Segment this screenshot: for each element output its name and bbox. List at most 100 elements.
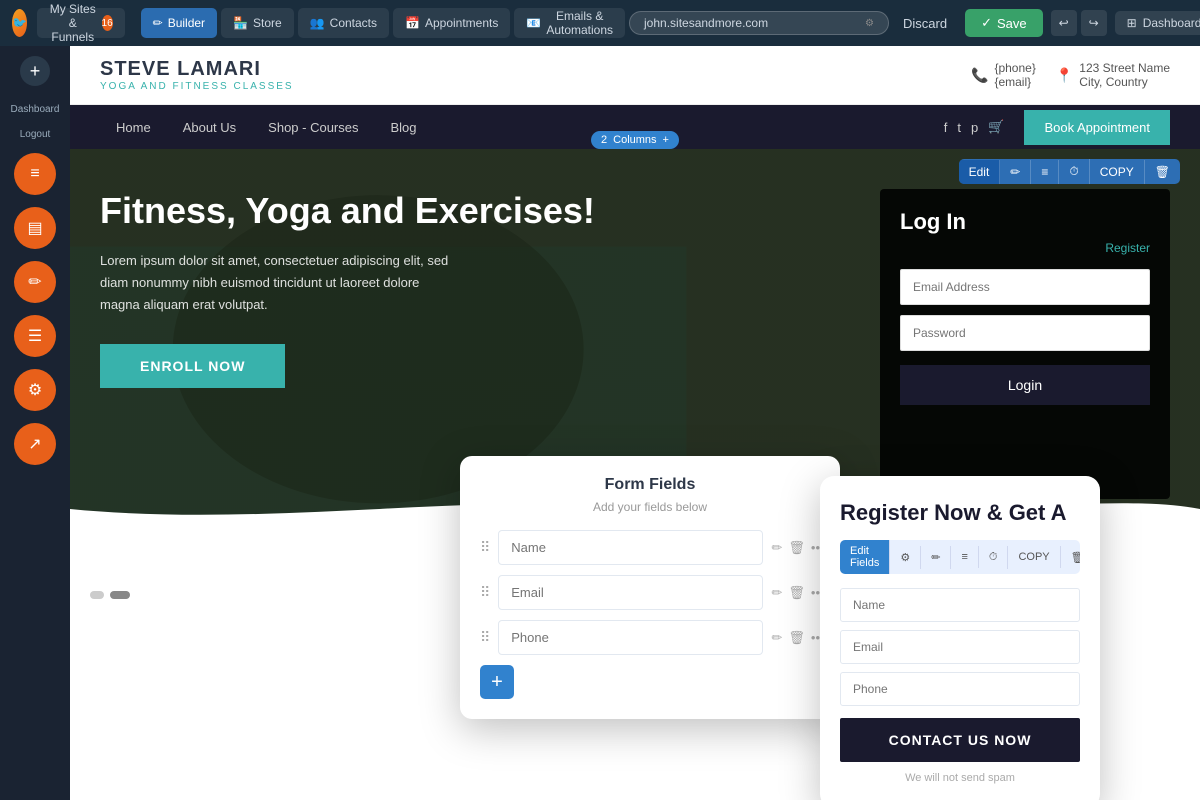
pagination-dots [90, 591, 130, 599]
enroll-now-button[interactable]: ENROLL NOW [100, 344, 285, 388]
site-logo: STEVE LAMARI YOGA AND FITNESS CLASSES [100, 58, 294, 92]
register-modal: Register Now & Get A Edit Fields ⚙ ✏ ≡ ⏱… [820, 476, 1100, 800]
sidebar-export-btn[interactable]: ↗ [14, 423, 56, 465]
dot-1 [90, 591, 104, 599]
add-column-icon[interactable]: + [663, 134, 669, 146]
nav-about[interactable]: About Us [167, 105, 252, 149]
delete-btn[interactable]: 🗑 [1145, 160, 1180, 184]
edit-field-icon-2[interactable]: ✏ [771, 585, 782, 601]
address-line2: City, Country [1079, 75, 1170, 89]
delete-toolbar-btn[interactable]: 🗑 [1061, 546, 1080, 569]
field-actions-2: ✏ 🗑 •• [771, 585, 820, 601]
pencil-toolbar-btn[interactable]: ✏ [921, 546, 951, 569]
dashboard-button[interactable]: ⊞ Dashboard [1115, 11, 1200, 35]
sites-funnels-btn[interactable]: My Sites & Funnels 16 [37, 8, 125, 38]
url-settings-icon[interactable]: ⚙ [865, 18, 874, 29]
sidebar-dashboard-link[interactable]: Dashboard [7, 100, 64, 119]
password-input[interactable] [900, 315, 1150, 351]
main-layout: + Dashboard Logout ≡ ▤ ✏ ☰ ⚙ ↗ STEVE LAM… [0, 46, 1200, 800]
builder-label: Builder [168, 16, 205, 30]
site-nav-links: Home About Us Shop - Courses Blog [100, 105, 944, 149]
url-text: john.sitesandmore.com [644, 16, 768, 30]
book-appointment-btn[interactable]: Book Appointment [1024, 110, 1170, 145]
sidebar-filter-btn[interactable]: ☰ [14, 315, 56, 357]
email-field-input[interactable] [498, 575, 763, 610]
sidebar-menu-btn[interactable]: ≡ [14, 153, 56, 195]
edit-field-icon-3[interactable]: ✏ [771, 630, 782, 646]
settings-toolbar-btn[interactable]: ⚙ [890, 546, 921, 569]
copy-toolbar-btn[interactable]: COPY [1008, 546, 1060, 568]
nav-shop[interactable]: Shop - Courses [252, 105, 374, 149]
sidebar-layout-btn[interactable]: ▤ [14, 207, 56, 249]
emails-btn[interactable]: 📧 Emails & Automations [514, 8, 625, 38]
website-preview: STEVE LAMARI YOGA AND FITNESS CLASSES 📞 … [70, 46, 1200, 800]
sidebar-logout-link[interactable]: Logout [16, 125, 55, 144]
builder-btn[interactable]: ✏ Builder [141, 8, 217, 38]
form-fields-title: Form Fields [480, 476, 820, 494]
top-navigation: 🐦 My Sites & Funnels 16 ✏ Builder 🏪 Stor… [0, 0, 1200, 46]
edit-fields-btn[interactable]: Edit Fields [840, 540, 890, 574]
site-header: STEVE LAMARI YOGA AND FITNESS CLASSES 📞 … [70, 46, 1200, 105]
emails-icon: 📧 [526, 16, 541, 30]
contact-phone: 📞 {phone} {email} [971, 61, 1036, 89]
contact-address: 📍 123 Street Name City, Country [1056, 61, 1170, 89]
field-actions-3: ✏ 🗑 •• [771, 630, 820, 646]
drag-handle-1[interactable]: ⠿ [480, 539, 490, 556]
cart-icon[interactable]: 🛒 [988, 119, 1004, 135]
form-field-name-row: ⠿ ✏ 🗑 •• [480, 530, 820, 565]
register-title: Register Now & Get A [840, 500, 1080, 526]
more-field-icon-2[interactable]: •• [811, 585, 820, 601]
pencil-btn[interactable]: ✏ [1000, 160, 1031, 184]
discard-button[interactable]: Discard [893, 11, 957, 36]
pinterest-icon[interactable]: p [971, 120, 978, 135]
copy-btn[interactable]: COPY [1090, 160, 1145, 184]
no-spam-text: We will not send spam [840, 772, 1080, 784]
edit-field-icon-1[interactable]: ✏ [771, 540, 782, 556]
nav-home[interactable]: Home [100, 105, 167, 149]
delete-field-icon-1[interactable]: 🗑 [788, 540, 805, 556]
add-field-button[interactable]: + [480, 665, 514, 699]
nav-blog[interactable]: Blog [375, 105, 433, 149]
appointments-btn[interactable]: 📅 Appointments [393, 8, 510, 38]
name-field-input[interactable] [498, 530, 763, 565]
store-btn[interactable]: 🏪 Store [221, 8, 294, 38]
site-name: STEVE LAMARI [100, 58, 294, 81]
phone-field-input[interactable] [498, 620, 763, 655]
lines-btn[interactable]: ≡ [1031, 160, 1059, 184]
drag-handle-2[interactable]: ⠿ [480, 584, 490, 601]
delete-field-icon-2[interactable]: 🗑 [788, 585, 805, 601]
sidebar-settings-btn[interactable]: ⚙ [14, 369, 56, 411]
add-element-btn[interactable]: + [20, 56, 50, 86]
sidebar-edit-btn[interactable]: ✏ [14, 261, 56, 303]
email-input[interactable] [900, 269, 1150, 305]
contacts-btn[interactable]: 👥 Contacts [298, 8, 389, 38]
sites-count-badge: 16 [102, 15, 113, 31]
register-link[interactable]: Register [900, 241, 1150, 255]
facebook-icon[interactable]: f [944, 120, 948, 135]
lines-toolbar-btn[interactable]: ≡ [951, 546, 978, 568]
save-button[interactable]: ✓ Save [965, 9, 1043, 37]
register-email-input[interactable] [840, 630, 1080, 664]
register-phone-input[interactable] [840, 672, 1080, 706]
more-field-icon-3[interactable]: •• [811, 630, 820, 646]
contact-us-button[interactable]: CONTACT US NOW [840, 718, 1080, 762]
login-panel: Log In Register Login [880, 189, 1170, 499]
register-name-input[interactable] [840, 588, 1080, 622]
redo-button[interactable]: ↪ [1081, 10, 1107, 36]
delete-field-icon-3[interactable]: 🗑 [788, 630, 805, 646]
check-icon: ✓ [981, 15, 992, 31]
drag-handle-3[interactable]: ⠿ [480, 629, 490, 646]
hero-left: Fitness, Yoga and Exercises! Lorem ipsum… [100, 189, 880, 499]
url-bar[interactable]: john.sitesandmore.com ⚙ [629, 11, 889, 35]
timer-toolbar-btn[interactable]: ⏱ [979, 546, 1009, 569]
app-logo[interactable]: 🐦 [12, 9, 27, 37]
undo-button[interactable]: ↩ [1051, 10, 1077, 36]
more-field-icon-1[interactable]: •• [811, 540, 820, 556]
login-button[interactable]: Login [900, 365, 1150, 405]
columns-indicator: 2 Columns + [591, 131, 679, 149]
twitter-icon[interactable]: t [957, 120, 961, 135]
edit-btn[interactable]: Edit [959, 160, 1001, 184]
address-line1: 123 Street Name [1079, 61, 1170, 75]
sites-funnels-label: My Sites & Funnels [49, 2, 97, 44]
timer-btn[interactable]: ⏱ [1059, 159, 1089, 184]
